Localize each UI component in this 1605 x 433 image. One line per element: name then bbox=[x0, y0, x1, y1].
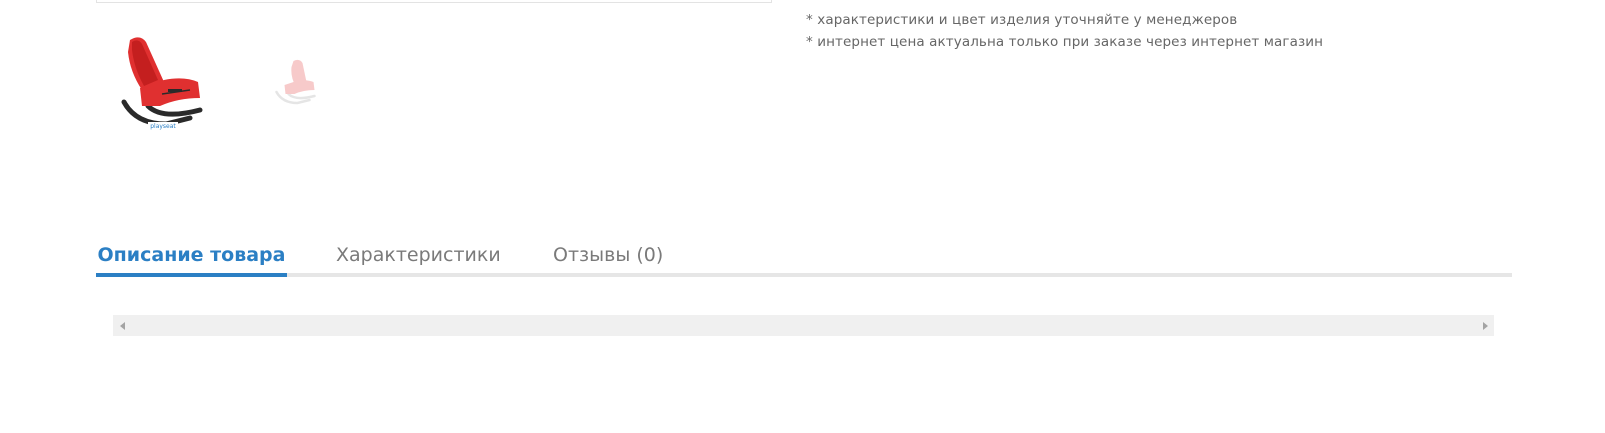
tab-description-label: Описание товара bbox=[97, 244, 286, 266]
note-internet-price: * интернет цена актуальна только при зак… bbox=[806, 33, 1324, 50]
thumbnail-2[interactable] bbox=[262, 52, 328, 112]
tab-reviews-label: Отзывы (0) bbox=[553, 244, 664, 266]
chair-icon bbox=[275, 59, 316, 105]
thumbnail-1[interactable]: playseat bbox=[118, 32, 204, 132]
product-tabs: Описание товара Характеристики Отзывы (0… bbox=[96, 236, 1512, 277]
horizontal-scrollbar[interactable] bbox=[113, 315, 1494, 336]
tab-characteristics[interactable]: Характеристики bbox=[336, 236, 501, 277]
arrow-left-icon bbox=[119, 321, 125, 330]
product-notes: * характеристики и цвет изделия уточняйт… bbox=[806, 10, 1323, 53]
scroll-right-button[interactable] bbox=[1476, 315, 1494, 336]
active-tab-indicator bbox=[96, 273, 287, 277]
chair-icon: playseat bbox=[121, 37, 203, 130]
tabs-divider bbox=[96, 273, 1512, 277]
scroll-left-button[interactable] bbox=[113, 315, 131, 336]
brand-logo-text: playseat bbox=[150, 123, 176, 130]
arrow-right-icon bbox=[1482, 321, 1488, 330]
main-image-frame bbox=[96, 0, 772, 3]
tab-characteristics-label: Характеристики bbox=[336, 244, 501, 266]
tab-description[interactable]: Описание товара bbox=[96, 236, 287, 277]
note-characteristics: * характеристики и цвет изделия уточняйт… bbox=[806, 12, 1238, 28]
tab-reviews[interactable]: Отзывы (0) bbox=[553, 236, 663, 277]
